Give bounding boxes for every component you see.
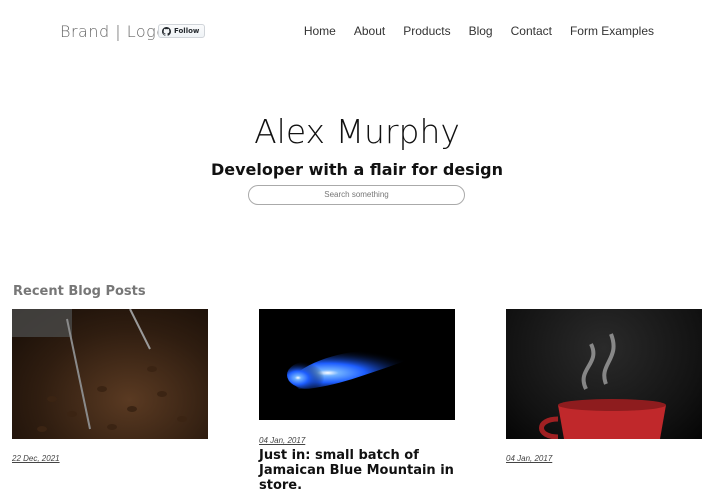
nav-blog[interactable]: Blog (469, 24, 493, 38)
post-date[interactable]: 04 Jan, 2017 (259, 436, 455, 445)
search-input[interactable]: Search something (248, 185, 465, 205)
post-date[interactable]: 22 Dec, 2021 (12, 454, 208, 463)
follow-label: Follow (174, 27, 200, 35)
hero-name: Alex Murphy (254, 112, 460, 151)
nav-form-examples[interactable]: Form Examples (570, 24, 654, 38)
github-icon (162, 26, 171, 36)
recent-posts-heading: Recent Blog Posts (13, 284, 146, 299)
blog-post-card[interactable]: 04 Jan, 2017 Just in: small batch of Jam… (259, 309, 455, 493)
nav-home[interactable]: Home (304, 24, 336, 38)
nav-about[interactable]: About (354, 24, 385, 38)
brand-logo[interactable]: Brand | Logo (60, 22, 167, 41)
github-follow-button[interactable]: Follow (158, 24, 206, 38)
blog-post-card[interactable]: 22 Dec, 2021 (12, 309, 208, 466)
post-image-blue-light[interactable] (259, 309, 455, 420)
post-image-coffee-beans[interactable] (12, 309, 208, 439)
main-nav: Home About Products Blog Contact Form Ex… (286, 24, 654, 38)
nav-products[interactable]: Products (403, 24, 450, 38)
post-image-red-coffee-cup[interactable] (506, 309, 702, 439)
post-title[interactable]: Just in: small batch of Jamaican Blue Mo… (259, 448, 455, 493)
nav-contact[interactable]: Contact (511, 24, 552, 38)
blog-post-card[interactable]: 04 Jan, 2017 (506, 309, 702, 466)
hero-tagline: Developer with a flair for design (210, 160, 504, 179)
post-date[interactable]: 04 Jan, 2017 (506, 454, 702, 463)
